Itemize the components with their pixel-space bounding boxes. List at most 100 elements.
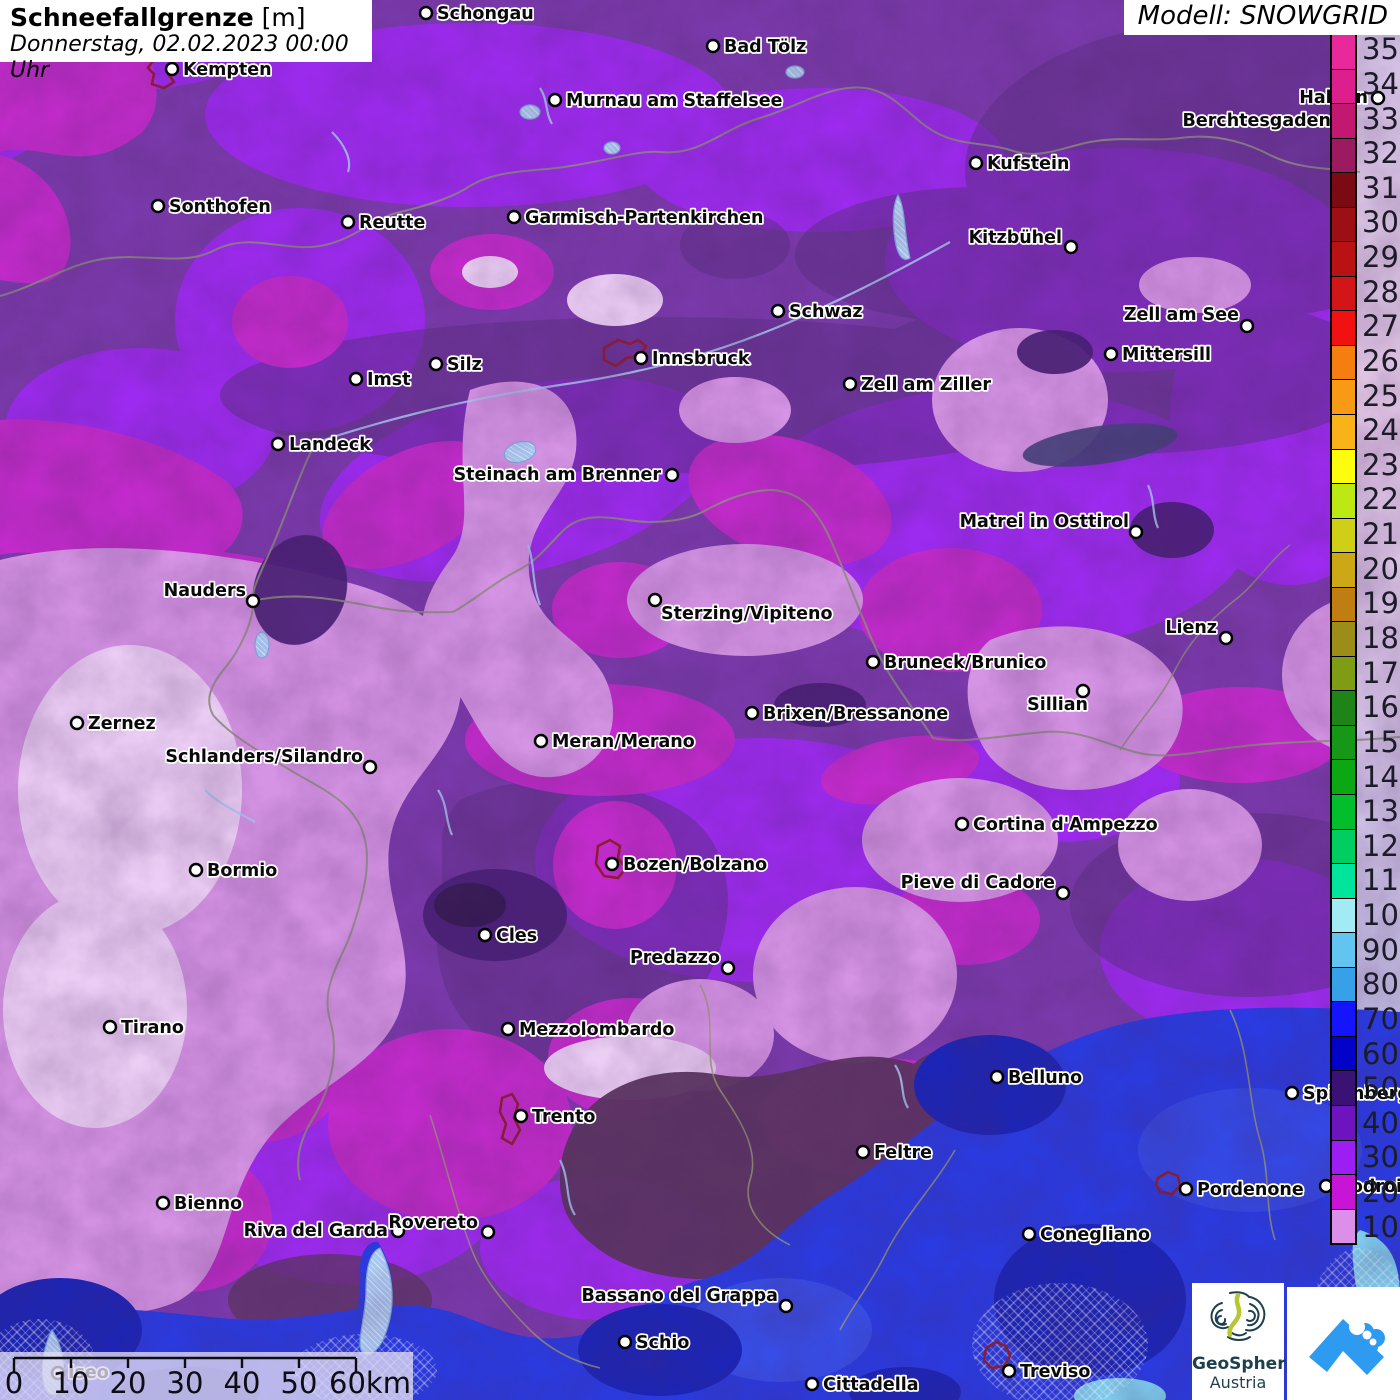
colorbar-tick-label: 2400	[1362, 415, 1400, 445]
map-title: Schneefallgrenze [m]	[10, 4, 362, 32]
city-label: Trento	[532, 1107, 595, 1127]
colorbar-tick-label: 1000	[1362, 900, 1400, 930]
city: Conegliano	[1023, 1225, 1150, 1245]
colorbar-segment	[1332, 311, 1355, 346]
city-marker	[104, 1021, 116, 1033]
city: Meran/Merano	[535, 732, 695, 752]
title-unit: [m]	[262, 3, 306, 32]
colorbar-tick-label: 3200	[1362, 138, 1400, 168]
city-marker	[1130, 526, 1142, 538]
colorbar-segment	[1332, 242, 1355, 277]
city-label: Meran/Merano	[552, 732, 695, 752]
city-marker	[970, 157, 982, 169]
geosphere-country: Austria	[1192, 1374, 1284, 1392]
colorbar-tick-label: 1200	[1362, 831, 1400, 861]
city-marker	[502, 1023, 514, 1035]
city: Mezzolombardo	[502, 1020, 674, 1040]
colorbar-tick-label: 200	[1362, 1177, 1400, 1207]
city: Bruneck/Brunico	[867, 653, 1046, 673]
city-label: Cittadella	[823, 1375, 919, 1395]
city-marker	[619, 1336, 631, 1348]
colorbar-segment	[1332, 1210, 1355, 1244]
city-label: Sillian	[1027, 695, 1088, 715]
colorbar-tick-label: 2900	[1362, 242, 1400, 272]
city-label: Pieve di Cadore	[901, 873, 1056, 893]
city-label: Reutte	[359, 213, 426, 233]
scalebar-label: 20	[110, 1366, 147, 1400]
colorbar-segment	[1332, 1071, 1355, 1106]
city-marker	[515, 1110, 527, 1122]
geosphere-name: GeoSphere	[1192, 1355, 1284, 1374]
colorbar-segment	[1332, 173, 1355, 208]
city: Berchtesgaden	[1182, 111, 1331, 131]
city-marker	[190, 864, 202, 876]
colorbar-segment	[1332, 1175, 1355, 1210]
model-label: Modell: SNOWGRID	[1124, 0, 1400, 35]
colorbar-tick-label: 500	[1362, 1073, 1400, 1103]
city-marker	[956, 818, 968, 830]
city-marker	[1220, 632, 1232, 644]
weather-map-screenshot: SchongauBad TölzKemptenMurnau am Staffel…	[0, 0, 1400, 1400]
city: Garmisch-Partenkirchen	[508, 208, 763, 228]
city: Brixen/Bressanone	[746, 704, 948, 724]
city-label: Cortina d'Ampezzo	[973, 815, 1158, 835]
colorbar-segment	[1332, 899, 1355, 934]
city: Pordenone	[1180, 1180, 1304, 1200]
city: Schongau	[420, 4, 534, 24]
scalebar-label: 0	[5, 1366, 23, 1400]
city-marker	[857, 1146, 869, 1158]
city-marker	[247, 595, 259, 607]
colorbar-tick-label: 100	[1362, 1212, 1400, 1242]
colorbar-tick-label: 1400	[1362, 762, 1400, 792]
colorbar-segment	[1332, 968, 1355, 1003]
city: Innsbruck	[635, 349, 750, 369]
colorbar-tick-label: 1600	[1362, 692, 1400, 722]
city-marker	[635, 352, 647, 364]
colorbar-tick-label: 2300	[1362, 450, 1400, 480]
colorbar-tick-label: 600	[1362, 1039, 1400, 1069]
city-label: Treviso	[1020, 1362, 1090, 1382]
city-label: Sonthofen	[169, 197, 271, 217]
city: Zell am Ziller	[844, 375, 991, 395]
city: Bozen/Bolzano	[606, 855, 767, 875]
colorbar-tick-label: 3000	[1362, 207, 1400, 237]
colorbar-tick-label: 1800	[1362, 623, 1400, 653]
city-marker	[1105, 348, 1117, 360]
scalebar: 0102030405060km	[0, 1352, 413, 1400]
city-label: Bad Tölz	[724, 37, 806, 57]
colorbar-tick-label: 1300	[1362, 796, 1400, 826]
city-label: Imst	[367, 370, 411, 390]
city-marker	[844, 378, 856, 390]
colorbar-tick-label: 1500	[1362, 727, 1400, 757]
city: Murnau am Staffelsee	[549, 91, 783, 111]
colorbar-tick-label: 900	[1362, 935, 1400, 965]
geosphere-logo: GeoSphere Austria	[1192, 1283, 1284, 1400]
city-label: Brixen/Bressanone	[763, 704, 948, 724]
map-subtitle: Donnerstag, 02.02.2023 00:00 Uhr	[10, 32, 362, 84]
scalebar-label: 50	[281, 1366, 318, 1400]
colorbar-segment	[1332, 760, 1355, 795]
map-canvas: SchongauBad TölzKemptenMurnau am Staffel…	[0, 0, 1400, 1400]
scalebar-label: 10	[53, 1366, 90, 1400]
colorbar-segment	[1332, 933, 1355, 968]
city-label: Riva del Garda	[244, 1221, 388, 1241]
colorbar-segment	[1332, 1002, 1355, 1037]
city-label: Berchtesgaden	[1182, 111, 1331, 131]
city-label: Bruneck/Brunico	[884, 653, 1046, 673]
city-label: Schio	[636, 1333, 689, 1353]
city: Sonthofen	[152, 197, 271, 217]
city-label: Sterzing/Vipiteno	[661, 604, 833, 624]
colorbar-segment	[1332, 657, 1355, 692]
city-marker	[430, 358, 442, 370]
colorbar-segment	[1332, 208, 1355, 243]
colorbar-segment	[1332, 1106, 1355, 1141]
city-label: Murnau am Staffelsee	[566, 91, 783, 111]
colorbar-segment	[1332, 864, 1355, 899]
city-marker	[707, 40, 719, 52]
colorbar-tick-label: 1700	[1362, 658, 1400, 688]
colorbar-segment	[1332, 415, 1355, 450]
colorbar-tick-label: 400	[1362, 1108, 1400, 1138]
city: Steinach am Brenner	[454, 465, 678, 485]
city-marker	[1077, 685, 1089, 697]
city-label: Bozen/Bolzano	[623, 855, 767, 875]
